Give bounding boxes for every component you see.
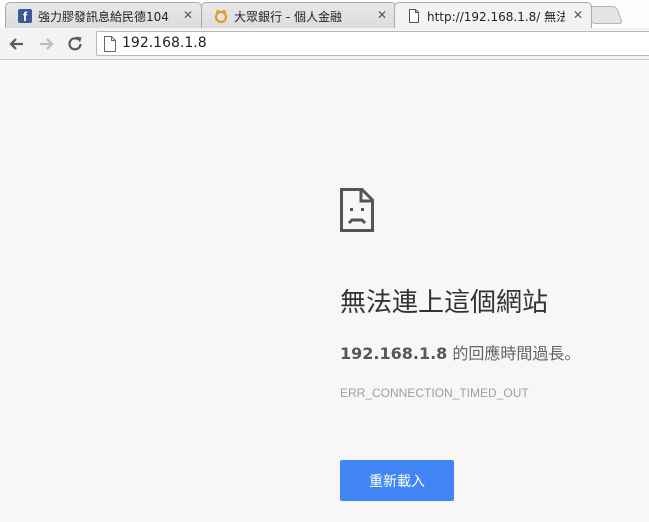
error-page: 無法連上這個網站 192.168.1.8 的回應時間過長。 ERR_CONNEC…: [0, 60, 649, 522]
tab-bank[interactable]: 大眾銀行 - 個人金融 ✕: [201, 2, 396, 28]
tab-facebook[interactable]: f 強力膠發訊息給民德104 ✕: [5, 2, 202, 28]
toolbar: 192.168.1.8: [0, 28, 649, 60]
reload-icon[interactable]: [65, 34, 85, 54]
sad-page-icon: [340, 188, 374, 232]
error-host: 192.168.1.8: [340, 344, 448, 363]
page-icon: [104, 36, 116, 52]
tab-strip: f 強力膠發訊息給民德104 ✕ 大眾銀行 - 個人金融 ✕ http://19…: [0, 0, 649, 29]
page-icon: [409, 9, 419, 23]
error-title: 無法連上這個網站: [340, 288, 549, 318]
reload-button[interactable]: 重新載入: [340, 460, 454, 501]
address-bar[interactable]: 192.168.1.8: [96, 31, 649, 56]
tab-error-page[interactable]: http://192.168.1.8/ 無法連 ✕: [394, 2, 592, 28]
back-arrow-icon[interactable]: [7, 34, 27, 54]
facebook-icon: f: [18, 9, 32, 23]
tab-close-icon[interactable]: ✕: [183, 8, 193, 22]
tab-title: 強力膠發訊息給民德104: [38, 10, 169, 24]
forward-arrow-icon[interactable]: [36, 34, 56, 54]
tab-close-icon[interactable]: ✕: [573, 8, 583, 22]
bank-logo-icon: [215, 10, 227, 23]
url-text[interactable]: 192.168.1.8: [122, 35, 207, 51]
error-code: ERR_CONNECTION_TIMED_OUT: [340, 386, 529, 400]
error-message: 的回應時間過長。: [447, 344, 581, 363]
tab-close-icon[interactable]: ✕: [377, 8, 387, 22]
tab-title: http://192.168.1.8/ 無法連: [427, 10, 565, 24]
error-description: 192.168.1.8 的回應時間過長。: [340, 340, 580, 364]
tab-title: 大眾銀行 - 個人金融: [234, 10, 342, 24]
